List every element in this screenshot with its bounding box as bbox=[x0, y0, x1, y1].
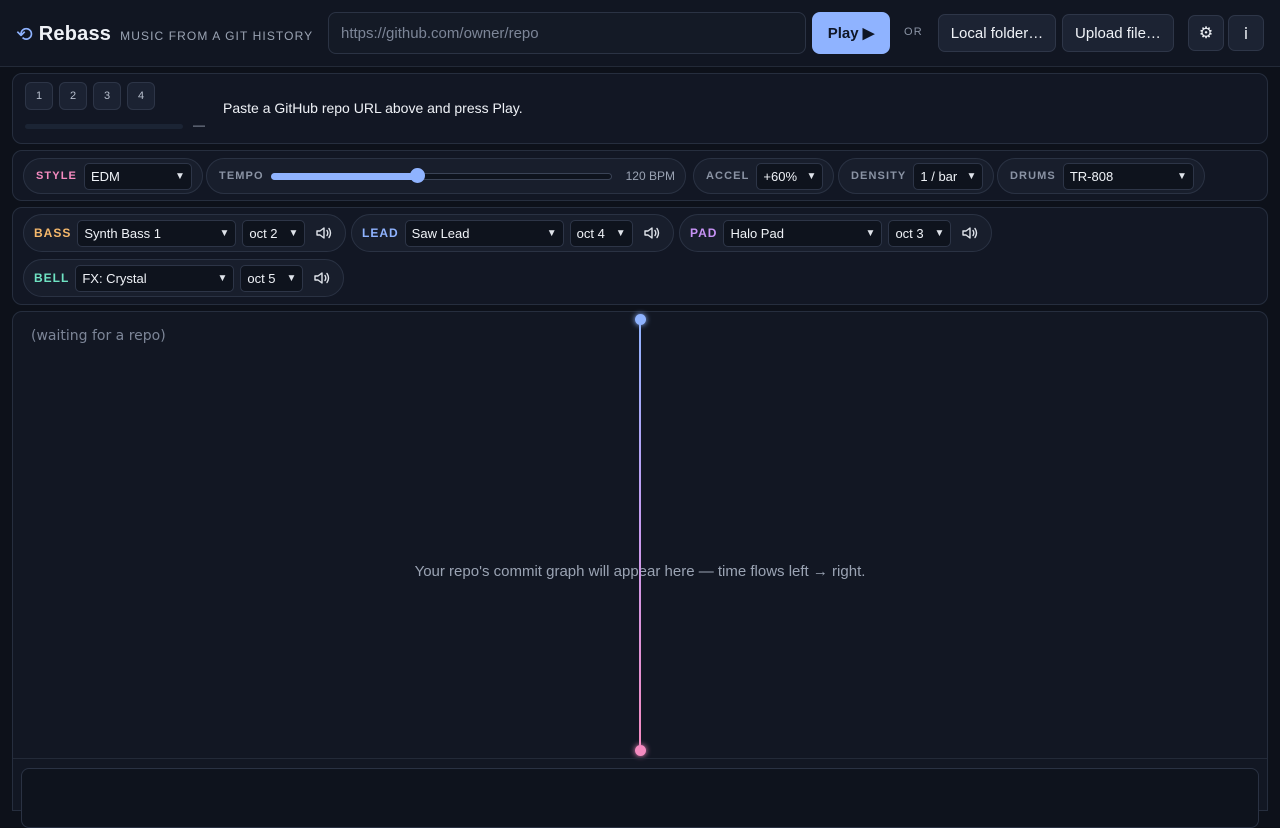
slot-buttons: 1 2 3 4 bbox=[25, 82, 155, 110]
slot-button[interactable]: 4 bbox=[127, 82, 155, 110]
drums-value: TR-808 bbox=[1069, 168, 1114, 184]
density-label: DENSITY bbox=[851, 170, 907, 182]
sound-value: Synth Bass 1 bbox=[84, 225, 161, 241]
waiting-text: (waiting for a repo) bbox=[31, 328, 166, 344]
sound-value: Halo Pad bbox=[730, 225, 784, 241]
sound-value: FX: Crystal bbox=[82, 270, 147, 286]
octave-value: oct 2 bbox=[249, 225, 278, 241]
progress-bar bbox=[25, 124, 183, 129]
chevron-down-icon: ▼ bbox=[806, 170, 817, 182]
rebase-icon: ⟲ bbox=[16, 22, 33, 46]
octave-select[interactable]: oct 4 ▼ bbox=[569, 219, 633, 247]
chevron-down-icon: ▼ bbox=[546, 227, 557, 239]
chevron-down-icon: ▼ bbox=[219, 227, 230, 239]
chevron-down-icon: ▼ bbox=[1176, 170, 1187, 182]
octave-value: oct 5 bbox=[247, 270, 276, 286]
octave-select[interactable]: oct 3 ▼ bbox=[888, 219, 952, 247]
slot-button[interactable]: 3 bbox=[93, 82, 121, 110]
accel-select[interactable]: +60% ▼ bbox=[756, 162, 824, 190]
octave-value: oct 4 bbox=[576, 225, 605, 241]
style-label: STYLE bbox=[36, 170, 77, 182]
playhead-top-handle[interactable] bbox=[635, 314, 646, 325]
drums-label: DRUMS bbox=[1010, 170, 1056, 182]
instrument-sound-select[interactable]: Halo Pad ▼ bbox=[723, 219, 883, 247]
status-panel: 1 2 3 4 — Paste a GitHub repo URL above … bbox=[12, 73, 1268, 144]
instrument-lead: LEAD Saw Lead ▼ oct 4 ▼ bbox=[351, 214, 674, 252]
play-button[interactable]: Play ▶ bbox=[812, 12, 890, 54]
sound-value: Saw Lead bbox=[411, 225, 470, 241]
accel-control: ACCEL +60% ▼ bbox=[693, 158, 835, 194]
upload-file-button[interactable]: Upload file… bbox=[1062, 14, 1174, 52]
playhead-line[interactable] bbox=[639, 318, 641, 752]
style-control: STYLE EDM ▼ bbox=[23, 158, 203, 194]
speaker-icon[interactable] bbox=[959, 222, 981, 244]
instrument-sound-select[interactable]: Saw Lead ▼ bbox=[404, 219, 564, 247]
logo: ⟲ Rebass MUSIC FROM A GIT HISTORY bbox=[16, 21, 313, 46]
speaker-icon[interactable] bbox=[313, 222, 335, 244]
chevron-down-icon: ▼ bbox=[217, 272, 228, 284]
info-button[interactable]: i bbox=[1228, 15, 1264, 51]
app-tagline: MUSIC FROM A GIT HISTORY bbox=[120, 29, 314, 43]
gear-icon: ⚙ bbox=[1198, 25, 1214, 42]
chevron-down-icon: ▼ bbox=[615, 227, 626, 239]
tempo-label: TEMPO bbox=[219, 170, 264, 182]
drums-select[interactable]: TR-808 ▼ bbox=[1062, 162, 1194, 190]
slot-button[interactable]: 1 bbox=[25, 82, 53, 110]
style-select[interactable]: EDM ▼ bbox=[83, 162, 192, 190]
instrument-pad: PAD Halo Pad ▼ oct 3 ▼ bbox=[679, 214, 993, 252]
playhead-bottom-handle[interactable] bbox=[635, 745, 646, 756]
octave-value: oct 3 bbox=[895, 225, 924, 241]
octave-select[interactable]: oct 5 ▼ bbox=[240, 264, 304, 292]
slider-fill bbox=[270, 173, 418, 180]
instrument-label: BELL bbox=[34, 271, 70, 285]
speaker-icon[interactable] bbox=[311, 267, 333, 289]
accel-value: +60% bbox=[763, 168, 798, 184]
chevron-down-icon: ▼ bbox=[286, 272, 297, 284]
repo-url-input[interactable] bbox=[328, 12, 806, 54]
instruments-panel: BASS Synth Bass 1 ▼ oct 2 ▼ LEAD Saw Lead ▼… bbox=[12, 207, 1268, 305]
tempo-slider[interactable] bbox=[270, 168, 612, 183]
info-icon: i bbox=[1243, 23, 1249, 43]
octave-select[interactable]: oct 2 ▼ bbox=[242, 219, 306, 247]
status-message: Paste a GitHub repo URL above and press … bbox=[223, 100, 523, 116]
commit-graph-panel: (waiting for a repo) Your repo's commit … bbox=[12, 311, 1268, 828]
instrument-label: PAD bbox=[690, 226, 718, 240]
chevron-down-icon: ▼ bbox=[288, 227, 299, 239]
controls-panel: STYLE EDM ▼ TEMPO 120 BPM ACCEL +60% ▼ DEN… bbox=[12, 150, 1268, 201]
density-control: DENSITY 1 / bar ▼ bbox=[838, 158, 995, 194]
drums-control: DRUMS TR-808 ▼ bbox=[997, 158, 1205, 194]
speaker-icon[interactable] bbox=[641, 222, 663, 244]
instrument-sound-select[interactable]: Synth Bass 1 ▼ bbox=[77, 219, 237, 247]
settings-button[interactable]: ⚙ bbox=[1188, 15, 1224, 51]
instrument-bass: BASS Synth Bass 1 ▼ oct 2 ▼ bbox=[23, 214, 347, 252]
chevron-down-icon: ▼ bbox=[175, 170, 185, 182]
graph-footer-area bbox=[21, 768, 1259, 828]
app-header: ⟲ Rebass MUSIC FROM A GIT HISTORY Play ▶… bbox=[0, 0, 1280, 67]
app-name: Rebass bbox=[38, 23, 112, 45]
graph-divider bbox=[13, 758, 1267, 759]
progress-text: — bbox=[193, 118, 205, 132]
density-select[interactable]: 1 / bar ▼ bbox=[913, 162, 984, 190]
instrument-bell: BELL FX: Crystal ▼ oct 5 ▼ bbox=[23, 259, 345, 297]
accel-label: ACCEL bbox=[706, 170, 750, 182]
chevron-down-icon: ▼ bbox=[865, 227, 876, 239]
tempo-bpm: 120 BPM bbox=[625, 169, 675, 183]
chevron-down-icon: ▼ bbox=[934, 227, 945, 239]
instrument-label: BASS bbox=[34, 226, 72, 240]
instrument-label: LEAD bbox=[362, 226, 399, 240]
chevron-down-icon: ▼ bbox=[966, 170, 977, 182]
or-separator: OR bbox=[904, 26, 923, 38]
local-folder-button[interactable]: Local folder… bbox=[938, 14, 1056, 52]
slot-button[interactable]: 2 bbox=[59, 82, 87, 110]
density-value: 1 / bar bbox=[920, 168, 958, 184]
instrument-sound-select[interactable]: FX: Crystal ▼ bbox=[75, 264, 235, 292]
tempo-control: TEMPO 120 BPM bbox=[206, 158, 686, 194]
slider-thumb[interactable] bbox=[410, 168, 426, 183]
style-value: EDM bbox=[90, 168, 120, 184]
